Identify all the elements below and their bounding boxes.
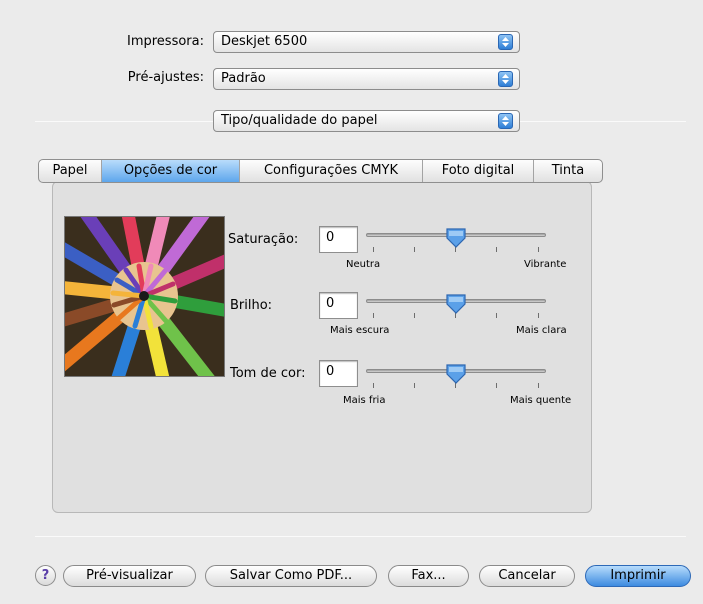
separator-right [520,121,686,122]
popup-arrows-icon [498,34,513,50]
tab-bar: Papel Opções de cor Configurações CMYK F… [38,159,603,183]
saturation-tick [373,247,374,252]
brightness-min-label: Mais escura [330,325,390,336]
tab-opcoes-de-cor[interactable]: Opções de cor [101,160,239,182]
brightness-max-label: Mais clara [516,325,567,336]
saturation-field[interactable]: 0 [319,226,358,253]
presets-value: Padrão [221,71,266,86]
saturation-tick [414,247,415,252]
cancel-button[interactable]: Cancelar [479,565,575,587]
hue-tick [373,383,374,388]
brightness-tick [373,313,374,318]
brightness-field[interactable]: 0 [319,292,358,319]
separator-left [35,121,213,122]
panel-popup[interactable]: Tipo/qualidade do papel [213,110,520,132]
brightness-tick [496,313,497,318]
bottom-separator [35,536,686,537]
hue-max-label: Mais quente [510,395,572,406]
hue-slider-thumb-icon[interactable] [445,363,467,385]
hue-label: Tom de cor: [230,366,306,381]
brightness-slider-thumb-icon[interactable] [445,293,467,315]
fax-button[interactable]: Fax... [388,565,469,587]
preview-button[interactable]: Pré-visualizar [63,565,196,587]
hue-field[interactable]: 0 [319,360,358,387]
tab-papel[interactable]: Papel [39,160,101,182]
printer-label: Impressora: [127,34,204,49]
presets-popup[interactable]: Padrão [213,68,520,90]
popup-arrows-icon [498,71,513,87]
hue-tick [538,383,539,388]
color-pencils-preview [55,207,238,391]
brightness-tick [414,313,415,318]
hue-tick [414,383,415,388]
panel-value: Tipo/qualidade do papel [221,113,378,128]
brightness-label: Brilho: [230,298,273,313]
hue-min-label: Mais fria [343,395,386,406]
printer-popup[interactable]: Deskjet 6500 [213,31,520,53]
presets-label: Pré-ajustes: [127,70,204,85]
save-as-pdf-button[interactable]: Salvar Como PDF... [205,565,377,587]
brightness-tick [538,313,539,318]
saturation-tick [538,247,539,252]
saturation-label: Saturação: [228,232,299,247]
tab-tinta[interactable]: Tinta [533,160,602,182]
tab-configuracoes-cmyk[interactable]: Configurações CMYK [239,160,422,182]
popup-arrows-icon [498,113,513,129]
print-button[interactable]: Imprimir [585,565,691,587]
saturation-min-label: Neutra [346,259,381,270]
saturation-tick [496,247,497,252]
saturation-max-label: Vibrante [524,259,567,270]
saturation-slider-thumb-icon[interactable] [445,227,467,249]
help-icon[interactable]: ? [35,565,56,586]
printer-value: Deskjet 6500 [221,34,308,49]
hue-tick [496,383,497,388]
tab-foto-digital[interactable]: Foto digital [422,160,533,182]
